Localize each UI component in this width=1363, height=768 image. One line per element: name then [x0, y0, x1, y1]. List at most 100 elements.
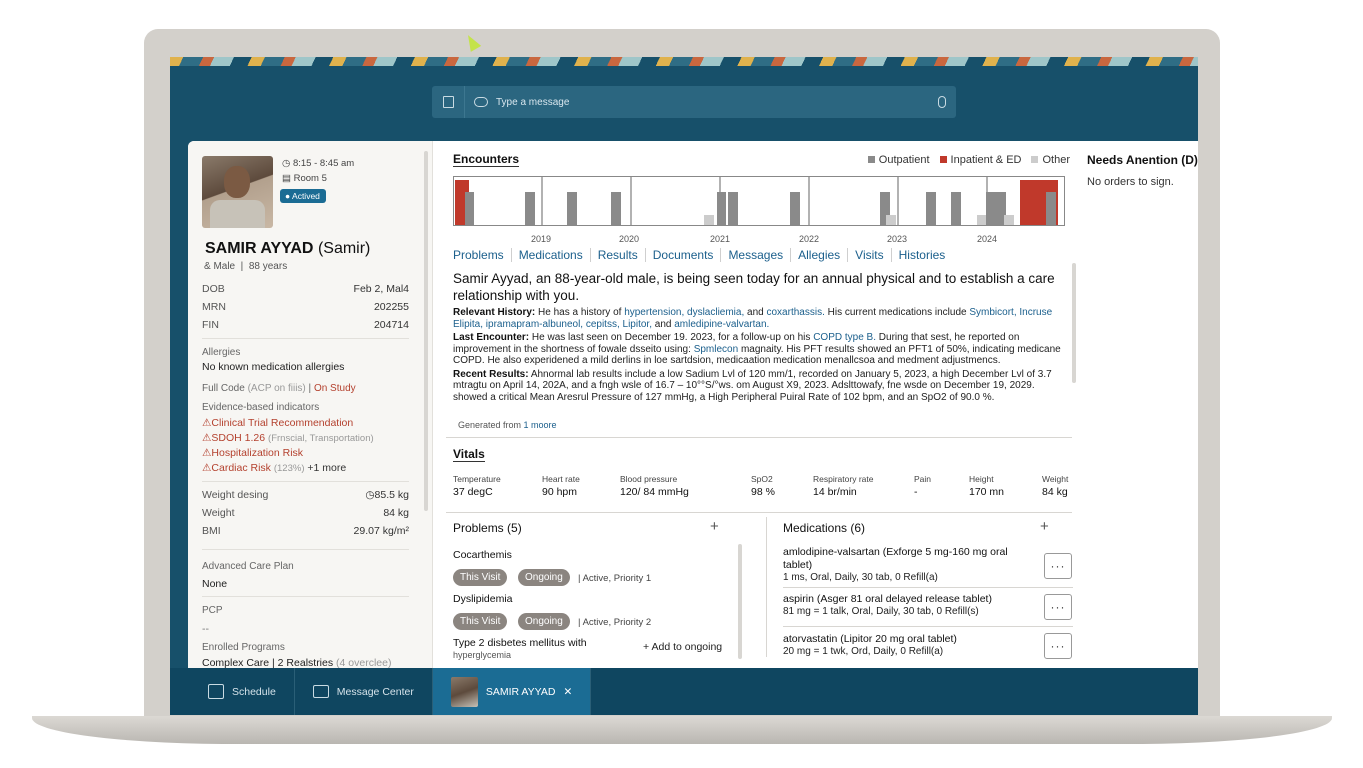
vital-height: Height 170 mn [969, 474, 1005, 498]
problems-title: Problems (5) [453, 521, 522, 535]
generated-from: Generated from 1 moore [458, 420, 557, 430]
message-input[interactable]: Type a message [496, 97, 938, 108]
legend-other: Other [1031, 154, 1070, 166]
indicator-clinical-trial[interactable]: ⚠Clinical Trial Recommendation [202, 417, 353, 429]
vital-temperature: Temperature 37 degC [453, 474, 501, 498]
add-to-ongoing-button[interactable]: + Add to ongoing [643, 641, 722, 653]
summary-lead: Samir Ayyad, an 88-year-old male, is bei… [453, 271, 1055, 303]
attention-text: No orders to sign. [1087, 176, 1174, 188]
patient-name: SAMIR AYYAD (Samir) [205, 240, 371, 257]
appointment-time: ◷ 8:15 - 8:45 am [282, 158, 355, 169]
main-content: Encounters Outpatient Inpatient & ED Oth… [438, 141, 1078, 668]
tab-documents[interactable]: Documents [644, 248, 721, 262]
divider [202, 596, 409, 597]
legend-outpatient: Outpatient [868, 154, 930, 166]
message-center-tab[interactable]: Message Center [295, 668, 433, 715]
code-status[interactable]: Full Code (ACP on fiiis) | On Study [202, 383, 356, 394]
note-icon[interactable] [432, 86, 465, 118]
close-icon[interactable]: ✕ [563, 686, 572, 698]
more-options-button[interactable]: ··· [1044, 553, 1072, 579]
indicator-hospitalization[interactable]: ⚠Hospitalization Risk [202, 447, 303, 459]
ongoing-chip[interactable]: Ongoing [518, 569, 570, 586]
problem-meta: | Active, Priority 2 [578, 617, 652, 628]
scrollbar[interactable] [738, 544, 742, 659]
problem-name-cont: hyperglycemia [453, 650, 512, 660]
envelope-icon [312, 685, 329, 698]
vital-respiratory-rate: Respiratory rate 14 br/min [813, 474, 874, 498]
patient-banner: ◷ 8:15 - 8:45 am ▤ Room 5 ● Actived SAMI… [188, 141, 433, 668]
indicator-cardiac[interactable]: ⚠Cardiac Risk (123%) +1 more [202, 462, 346, 474]
more-options-button[interactable]: ··· [1044, 633, 1072, 659]
ai-summary: Samir Ayyad, an 88-year-old male, is bei… [453, 270, 1071, 405]
ongoing-chip[interactable]: Ongoing [518, 613, 570, 630]
vital-heart-rate: Heart rate 90 hpm [542, 474, 580, 498]
encounters-timeline[interactable] [453, 176, 1065, 226]
divider [783, 626, 1073, 627]
dob-row: DOB Feb 2, Mal4 [202, 283, 409, 295]
tab-results[interactable]: Results [589, 248, 645, 262]
attention-panel: Needs Anention (D) No orders to sign. [1087, 141, 1198, 668]
divider [766, 517, 767, 657]
calendar-icon [208, 684, 224, 699]
vital-pain: Pain - [914, 474, 932, 498]
tab-visits[interactable]: Visits [847, 248, 890, 262]
tab-medications[interactable]: Medications [510, 248, 590, 262]
divider [202, 338, 409, 339]
problem-name[interactable]: Cocarthemis [453, 549, 512, 561]
add-medication-button[interactable]: + [1040, 518, 1049, 535]
schedule-tab[interactable]: Schedule [170, 668, 295, 715]
message-bar[interactable]: Type a message [432, 86, 956, 118]
generated-link[interactable]: 1 moore [524, 420, 557, 430]
bmi-row: BMI 29.07 kg/m² [202, 525, 409, 537]
add-problem-button[interactable]: + [710, 518, 719, 535]
divider [446, 437, 1072, 438]
chart-tabs: Problems Medications Results Documents M… [453, 248, 952, 262]
medication-item[interactable]: atorvastatin (Lipitor 20 mg oral tablet)… [783, 633, 1033, 658]
indicators-label: Evidence-based indicators [202, 402, 320, 413]
divider [783, 587, 1073, 588]
divider [202, 549, 409, 550]
recent-results: Recent Results: Ahnormal lab results inc… [453, 368, 1052, 403]
laptop-base [32, 716, 1332, 744]
tab-allergies[interactable]: Allegies [790, 248, 847, 262]
patient-tab[interactable]: SAMIR AYYAD ✕ [432, 668, 592, 715]
problem-name[interactable]: Type 2 disbetes mellitus with [453, 637, 587, 649]
chat-bubble-icon [474, 97, 488, 107]
mrn-row: MRN 202255 [202, 301, 409, 313]
indicator-sdoh[interactable]: ⚠SDOH 1.26 (Frnscial, Transportation) [202, 432, 374, 444]
pcp-value: -- [202, 623, 209, 635]
patient-demographics: & Male | 88 years [204, 261, 288, 272]
medication-item[interactable]: amlodipine-valsartan (Exforge 5 mg-160 m… [783, 546, 1033, 584]
patient-photo [202, 156, 273, 228]
divider [446, 512, 1072, 513]
allergies-label: Allergies [202, 347, 241, 358]
problem-name[interactable]: Dyslipidemia [453, 593, 513, 605]
programs-value[interactable]: Complex Care | 2 Realstries (4 overclee) [202, 657, 391, 668]
tab-messages[interactable]: Messages [720, 248, 790, 262]
scrollbar[interactable] [1072, 263, 1076, 383]
vital-blood-pressure: Blood pressure 120/ 84 mmHg [620, 474, 689, 498]
last-encounter: Last Encounter: He was last seen on Dece… [453, 332, 1061, 366]
status-badge: ● Actived [280, 189, 326, 203]
this-visit-chip[interactable]: This Visit [453, 569, 508, 586]
allergies-value: No known medication allergies [202, 361, 345, 373]
tab-problems[interactable]: Problems [453, 248, 511, 262]
encounters-title: Encounters [453, 152, 520, 167]
medication-item[interactable]: aspirin (Asger 81 oral delayed release t… [783, 593, 1033, 618]
vital-spo2: SpO2 98 % [751, 474, 775, 498]
more-options-button[interactable]: ··· [1044, 594, 1072, 620]
bottom-bar: Schedule Message Center SAMIR AYYAD ✕ [170, 668, 1198, 715]
pcp-label: PCP [202, 605, 223, 616]
scrollbar[interactable] [424, 151, 428, 511]
fin-row: FIN 204714 [202, 319, 409, 331]
acp-value: None [202, 578, 228, 590]
this-visit-chip[interactable]: This Visit [453, 613, 508, 630]
patient-avatar [450, 676, 478, 707]
microphone-icon[interactable] [938, 96, 946, 108]
vital-weight: Weight 84 kg [1042, 474, 1069, 498]
header-pattern [170, 57, 1198, 66]
tab-histories[interactable]: Histories [890, 248, 953, 262]
medications-title: Medications (6) [783, 521, 866, 535]
problem-meta: | Active, Priority 1 [578, 573, 652, 584]
room: ▤ Room 5 [282, 173, 327, 184]
